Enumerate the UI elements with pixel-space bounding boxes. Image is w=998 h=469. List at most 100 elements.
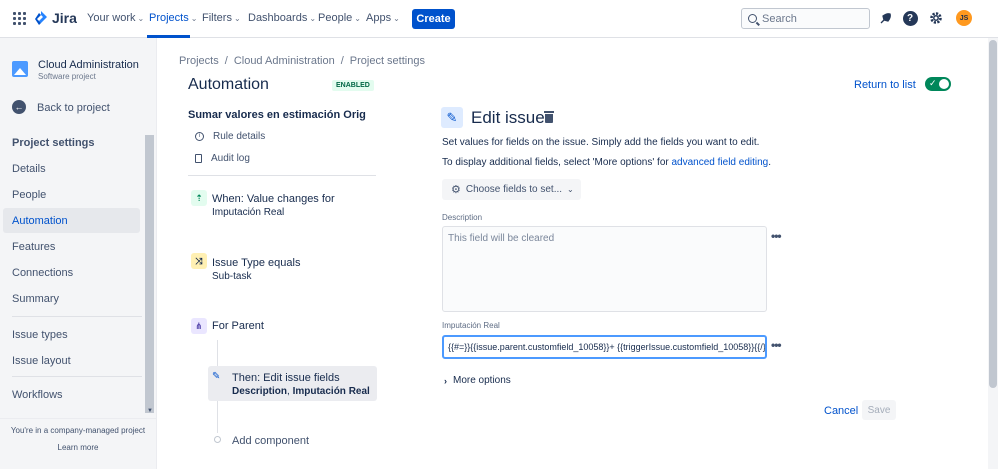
edit-panel-title: Edit issue <box>471 108 545 127</box>
scrollbar-thumb[interactable] <box>989 40 997 388</box>
breadcrumb-separator: / <box>224 55 228 67</box>
top-navigation: Jira Your work ⌄ Projects ⌄ Filters ⌄ Dashb… <box>0 0 998 38</box>
settings-icon[interactable] <box>928 10 944 26</box>
sidebar-scrollbar[interactable] <box>145 135 154 413</box>
chevron-down-icon: ⌄ <box>309 13 317 23</box>
sidebar-footer: You're in a company-managed project Lear… <box>0 418 156 469</box>
info-icon: i <box>195 132 204 141</box>
project-kind-note: You're in a company-managed project <box>10 426 146 435</box>
add-component-link[interactable]: Add component <box>232 435 309 447</box>
chevron-down-icon: ⌄ <box>137 13 145 23</box>
document-icon <box>195 154 202 163</box>
branch-step-title[interactable]: For Parent <box>212 320 264 332</box>
more-options-toggle[interactable]: › More options <box>444 375 511 386</box>
page-title: Automation <box>188 76 269 93</box>
rule-details-link[interactable]: i Rule details <box>195 131 265 142</box>
gear-icon: ⚙ <box>451 184 461 196</box>
apps-grid-icon[interactable] <box>13 12 26 25</box>
trash-icon[interactable] <box>544 111 554 123</box>
more-actions-icon[interactable]: ••• <box>771 338 782 352</box>
add-component-dot-icon <box>214 436 221 443</box>
breadcrumb-separator: / <box>340 55 344 67</box>
imputacion-field[interactable]: {{#=}}{{issue.parent.customfield_10058}}… <box>442 335 767 359</box>
sidebar-item-issue-types[interactable]: Issue types <box>3 322 140 347</box>
nav-dashboards[interactable]: Dashboards ⌄ <box>248 12 316 24</box>
action-step-fields: Description, Imputación Real <box>232 386 370 397</box>
chevron-down-icon: ⌄ <box>354 13 361 23</box>
back-to-project-link[interactable]: Back to project <box>37 102 110 114</box>
breadcrumb-project[interactable]: Cloud Administration <box>234 55 335 67</box>
breadcrumb-settings[interactable]: Project settings <box>350 55 425 67</box>
pencil-icon: ✎ <box>212 371 221 382</box>
return-to-list-link[interactable]: Return to list <box>854 79 916 91</box>
cancel-button[interactable]: Cancel <box>824 405 858 417</box>
search-input[interactable]: Search <box>741 8 870 29</box>
chevron-down-icon: ⌄ <box>393 13 400 23</box>
status-badge: ENABLED <box>332 80 374 91</box>
nav-filters[interactable]: Filters ⌄ <box>202 12 241 24</box>
trigger-step-title[interactable]: When: Value changes for <box>212 193 335 205</box>
rule-enabled-toggle[interactable]: ✓ <box>925 77 951 91</box>
branch-icon: ⋔ <box>191 318 207 334</box>
search-placeholder: Search <box>762 12 797 25</box>
sidebar-heading: Project settings <box>12 137 95 149</box>
description-field-label: Description <box>442 213 483 222</box>
condition-step-subtitle: Sub-task <box>212 271 252 282</box>
nav-apps[interactable]: Apps ⌄ <box>366 12 400 24</box>
edit-pencil-icon: ✎ <box>441 107 463 128</box>
sidebar-item-issue-layout[interactable]: Issue layout <box>3 348 140 373</box>
jira-logo[interactable]: Jira <box>34 10 77 26</box>
nav-projects[interactable]: Projects ⌄ <box>149 12 197 24</box>
sidebar-item-connections[interactable]: Connections <box>3 260 140 285</box>
sidebar-item-workflows[interactable]: Workflows <box>3 382 140 407</box>
advanced-field-editing-link[interactable]: advanced field editing <box>672 157 769 168</box>
save-button[interactable]: Save <box>862 400 896 420</box>
jira-logo-icon <box>35 11 47 25</box>
sidebar: Cloud Administration Software project ← … <box>0 38 157 469</box>
chevron-down-icon: ⌄ <box>567 185 574 194</box>
sidebar-item-people[interactable]: People <box>3 182 140 207</box>
toggle-knob <box>939 79 949 89</box>
trigger-icon: ⇡ <box>191 190 207 206</box>
rule-name: Sumar valores en estimación Orig <box>188 109 366 121</box>
edit-help-text: Set values for fields on the issue. Simp… <box>442 137 760 148</box>
edit-help-text-advanced: To display additional fields, select 'Mo… <box>442 157 772 168</box>
condition-icon: ⤨ <box>191 253 207 269</box>
back-arrow-icon[interactable]: ← <box>12 100 26 114</box>
rule-divider <box>188 175 376 176</box>
nav-people[interactable]: People ⌄ <box>318 12 361 24</box>
project-type: Software project <box>38 72 96 81</box>
main-scrollbar[interactable] <box>988 38 998 469</box>
nav-your-work[interactable]: Your work ⌄ <box>87 12 144 24</box>
condition-step-title[interactable]: Issue Type equals <box>212 257 300 269</box>
chevron-down-icon: ⌄ <box>190 13 198 23</box>
chevron-right-icon: › <box>444 375 447 386</box>
sidebar-item-features[interactable]: Features <box>3 234 140 259</box>
help-icon[interactable]: ? <box>902 10 918 26</box>
more-actions-icon[interactable]: ••• <box>771 229 782 243</box>
jira-logo-text: Jira <box>52 10 77 26</box>
imputacion-field-label: Imputación Real <box>442 321 500 330</box>
audit-log-link[interactable]: Audit log <box>195 153 250 164</box>
learn-more-link[interactable]: Learn more <box>0 443 156 452</box>
breadcrumb-projects[interactable]: Projects <box>179 55 219 67</box>
action-step-title[interactable]: Then: Edit issue fields <box>232 372 340 384</box>
notification-icon[interactable] <box>877 10 893 26</box>
project-avatar-icon <box>12 61 28 77</box>
sidebar-divider <box>12 316 142 317</box>
avatar[interactable]: JS <box>956 10 972 26</box>
description-field[interactable]: This field will be cleared <box>442 226 767 312</box>
trigger-step-subtitle: Imputación Real <box>212 207 285 218</box>
sidebar-item-summary[interactable]: Summary <box>3 286 140 311</box>
sidebar-item-details[interactable]: Details <box>3 156 140 181</box>
sidebar-divider <box>12 376 142 377</box>
create-button[interactable]: Create <box>412 9 455 29</box>
search-icon <box>748 14 757 23</box>
sidebar-item-automation[interactable]: Automation <box>3 208 140 233</box>
choose-fields-button[interactable]: ⚙ Choose fields to set... ⌄ <box>442 179 581 200</box>
check-icon: ✓ <box>929 78 937 88</box>
breadcrumb: Projects / Cloud Administration / Projec… <box>179 55 425 67</box>
scroll-down-arrow-icon[interactable]: ▼ <box>147 408 153 414</box>
flow-connector <box>217 401 218 433</box>
project-name[interactable]: Cloud Administration <box>38 59 139 71</box>
